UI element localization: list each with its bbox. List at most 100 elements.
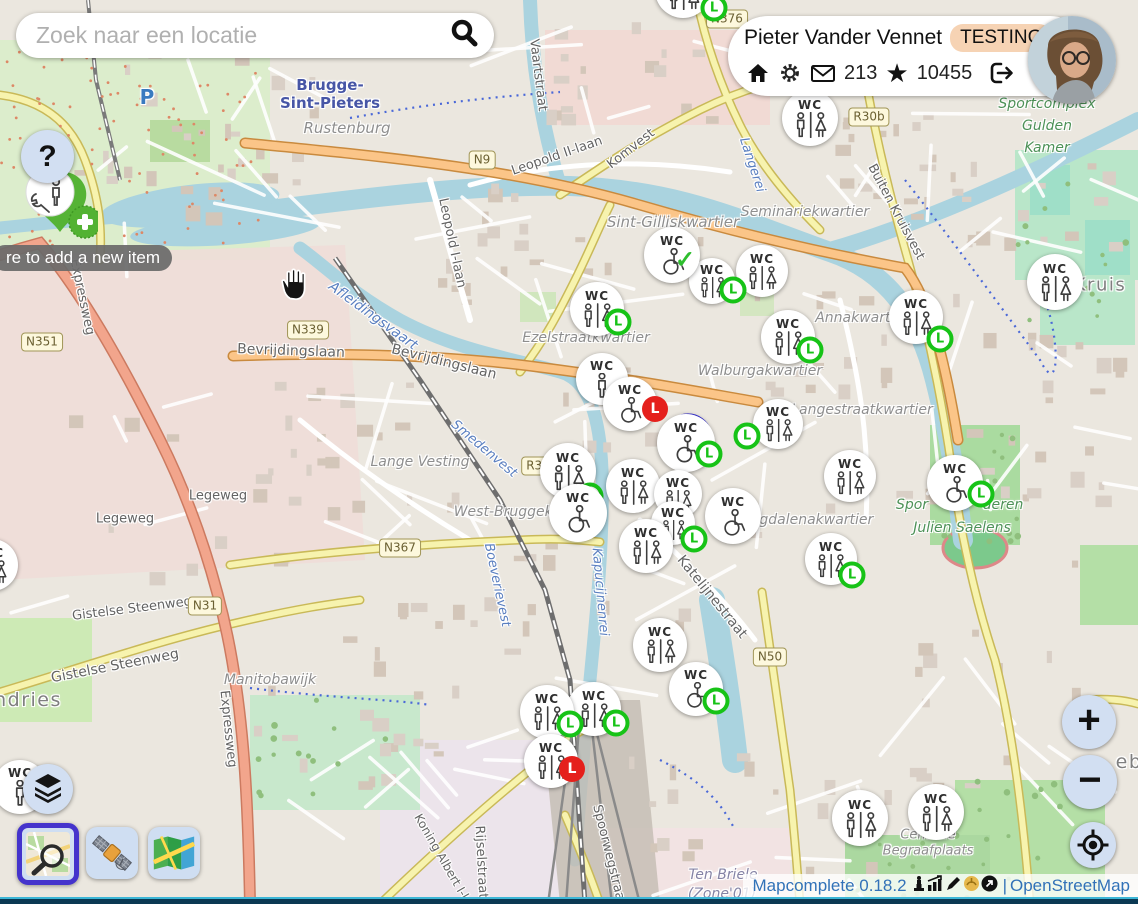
wc-marker[interactable]: WC [927, 455, 983, 511]
zoom-out-glyph: − [1078, 760, 1101, 800]
wc-marker[interactable]: WC [824, 450, 876, 502]
edit-pencil-icon[interactable] [945, 875, 962, 897]
star-icon[interactable]: ★ [885, 60, 908, 86]
search-icon[interactable] [448, 17, 480, 54]
avatar[interactable] [1028, 16, 1116, 104]
wc-marker[interactable]: WC [1027, 254, 1083, 310]
wc-marker-label: WC [582, 690, 606, 702]
wc-marker[interactable]: WC [782, 90, 838, 146]
wc-marker-label: WC [721, 496, 745, 508]
toilets-male-female-icon [815, 554, 847, 578]
crosshair-icon [1076, 828, 1110, 862]
bottom-bar [0, 897, 1138, 904]
search-input[interactable] [34, 21, 448, 50]
geolocate-button[interactable] [1070, 822, 1116, 868]
statue-icon[interactable] [912, 875, 926, 897]
map-canvas[interactable]: Brugge-Sint-PietersRustenburgPVaartstraa… [0, 0, 1138, 904]
wc-marker[interactable]: WC [549, 484, 607, 542]
osm-link[interactable]: OpenStreetMap [1010, 876, 1130, 896]
layers-button[interactable] [23, 764, 73, 814]
zoom-out-button[interactable]: − [1063, 755, 1117, 809]
wc-marker-label: WC [766, 406, 790, 418]
help-button[interactable]: ? [21, 130, 74, 183]
wc-marker-label: WC [539, 742, 563, 754]
toilets-male-female-icon [581, 303, 614, 328]
toilets-male-female-icon [1038, 276, 1073, 302]
toilets-male-female-icon [644, 639, 677, 664]
wc-marker-label: WC [556, 452, 580, 464]
wc-marker-label: WC [848, 799, 872, 811]
wc-marker[interactable]: WC [619, 519, 673, 573]
background-style-satellite-button[interactable] [86, 827, 138, 879]
envelope-icon[interactable] [810, 62, 836, 84]
wc-marker[interactable]: WC [570, 282, 624, 336]
wc-marker-label: WC [585, 290, 609, 302]
wc-marker[interactable]: WC [644, 227, 700, 283]
wc-marker[interactable]: WC [606, 459, 660, 513]
wc-marker-label: WC [776, 318, 800, 330]
background-style-osm-button[interactable] [17, 823, 79, 885]
wc-marker-label: WC [566, 492, 590, 504]
zoom-in-button[interactable]: + [1062, 695, 1116, 749]
toilets-male-female-icon [531, 706, 564, 731]
wc-marker-label: WC [750, 253, 774, 265]
wc-marker[interactable]: WC [736, 245, 788, 297]
toilets-male-female-icon [834, 471, 866, 495]
user-name: Pieter Vander Vennet [744, 26, 942, 50]
wc-marker[interactable]: WC [633, 618, 687, 672]
wc-marker[interactable]: WC [753, 399, 803, 449]
toilets-male-female-icon [698, 277, 727, 298]
wc-marker-label: WC [618, 384, 642, 396]
toilets-male-female-icon [617, 480, 650, 505]
attribution-separator: | [1003, 876, 1007, 896]
wc-marker-label: WC [700, 264, 724, 276]
zoom-in-glyph: + [1077, 700, 1100, 740]
wheelchair-icon [657, 248, 688, 276]
hand-cursor [280, 266, 312, 307]
toilets-male-female-icon [763, 419, 794, 442]
toilets-male-female-icon [793, 112, 828, 138]
wc-marker[interactable]: WC [832, 790, 888, 846]
wc-marker-label: WC [634, 527, 658, 539]
wc-marker[interactable]: WC [657, 414, 715, 472]
wc-marker-label: WC [661, 507, 685, 519]
wc-marker[interactable]: WC [705, 488, 761, 544]
wheelchair-icon [615, 397, 645, 424]
search-bar[interactable] [16, 13, 494, 58]
home-icon[interactable] [746, 61, 770, 85]
wc-marker[interactable]: WC [889, 290, 943, 344]
wc-marker-label: WC [798, 99, 822, 111]
background-style-map-button[interactable] [148, 827, 200, 879]
gear-icon[interactable] [778, 61, 802, 85]
wc-marker[interactable]: WC [524, 734, 578, 788]
wc-marker-label: WC [535, 693, 559, 705]
wc-marker[interactable]: WC [669, 662, 723, 716]
changesets-count[interactable]: 10455 [917, 62, 973, 85]
wc-marker[interactable]: WC [761, 310, 815, 364]
wc-marker-label: WC [621, 467, 645, 479]
toilets-male-female-icon [578, 703, 611, 728]
wc-marker[interactable]: WC [908, 784, 964, 840]
statistics-icon[interactable] [927, 875, 944, 897]
attribution-bar: Mapcomplete 0.18.2 | OpenStreetMap [743, 874, 1138, 898]
toilets-male-female-icon [900, 311, 933, 336]
attribution-circle-icon[interactable] [981, 875, 998, 897]
wc-marker-label: WC [819, 541, 843, 553]
wc-marker[interactable]: WC [805, 533, 857, 585]
wc-marker-label: WC [674, 422, 698, 434]
app-version-link[interactable]: Mapcomplete 0.18.2 [753, 876, 907, 896]
wheelchair-icon [562, 505, 594, 534]
community-icon[interactable] [963, 875, 980, 897]
wc-marker-label: WC [660, 235, 684, 247]
wc-marker[interactable]: WC [520, 685, 574, 739]
toilets-male-female-icon [630, 540, 663, 565]
logout-icon[interactable] [988, 61, 1014, 85]
wc-marker-label: WC [684, 669, 708, 681]
messages-count[interactable]: 213 [844, 62, 877, 85]
wc-marker[interactable]: WC [603, 377, 657, 431]
toilets-male-female-icon [535, 755, 568, 780]
wc-marker-label: WC [666, 477, 690, 489]
toilets-male-female-icon [666, 0, 701, 10]
wc-marker-label: WC [1043, 263, 1067, 275]
wc-marker[interactable]: WC [567, 682, 621, 736]
